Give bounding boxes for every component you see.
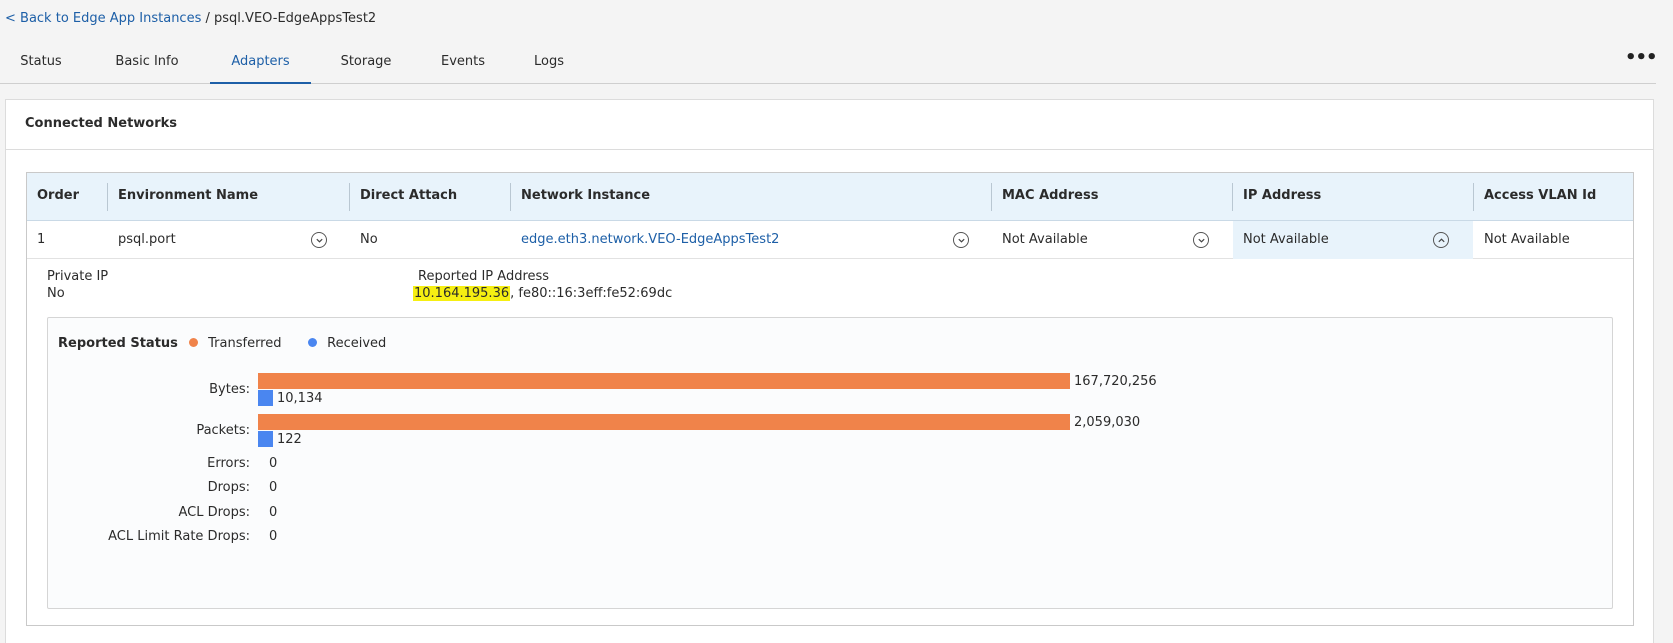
column-header-order[interactable]: Order [27,173,107,221]
packets-label: Packets: [196,423,250,438]
acl-drops-label: ACL Drops: [178,505,250,520]
tab-adapters[interactable]: Adapters [210,44,311,84]
column-header-access-vlan-id[interactable]: Access VLAN Id [1474,173,1634,221]
reported-ip-highlighted: 10.164.195.36 [413,286,511,301]
chevron-up-icon[interactable] [1433,232,1449,248]
packets-received-bar [258,431,273,447]
errors-label: Errors: [207,456,250,471]
bytes-label: Bytes: [209,382,250,397]
reported-status-panel: Reported Status Transferred Received Byt… [47,317,1613,609]
dot-icon [308,338,317,347]
tab-storage[interactable]: Storage [334,44,398,84]
acl-drops-value: 0 [269,505,278,520]
table-header: Order Environment Name Direct Attach Net… [27,173,1633,221]
reported-ip-rest: , fe80::16:3eff:fe52:69dc [510,286,673,301]
acl-limit-rate-drops-label: ACL Limit Rate Drops: [108,529,250,544]
tab-bar: Status Basic Info Adapters Storage Event… [0,44,1656,84]
bytes-transferred-value: 167,720,256 [1074,374,1157,389]
chevron-down-icon[interactable] [1193,232,1209,248]
reported-ip-value: 10.164.195.36, fe80::16:3eff:fe52:69dc [413,286,672,301]
dot-icon [189,338,198,347]
cell-direct-attach: No [360,232,378,247]
drops-value: 0 [269,480,278,495]
table-row: 1 psql.port No edge.eth3.network.VEO-Edg… [27,221,1633,259]
private-ip-value: No [47,286,65,301]
more-horizontal-icon[interactable]: ••• [1625,49,1658,72]
cell-access-vlan-id: Not Available [1484,232,1570,247]
column-header-direct-attach[interactable]: Direct Attach [350,173,510,221]
drops-label: Drops: [207,480,250,495]
tab-events[interactable]: Events [433,44,493,84]
bytes-received-bar [258,390,273,406]
acl-limit-rate-drops-value: 0 [269,529,278,544]
status-legend: Reported Status Transferred Received [58,336,386,351]
connected-networks-card: Connected Networks Order Environment Nam… [5,99,1654,643]
legend-transferred-label: Transferred [208,336,282,351]
column-header-mac-address[interactable]: MAC Address [992,173,1232,221]
legend-received: Received [308,336,386,351]
legend-received-label: Received [327,336,387,351]
errors-value: 0 [269,456,278,471]
reported-status-title: Reported Status [58,336,178,351]
packets-transferred-value: 2,059,030 [1074,415,1141,430]
packets-transferred-bar [258,414,1070,430]
cell-order: 1 [37,232,46,247]
packets-received-value: 122 [277,432,302,447]
tab-status[interactable]: Status [10,44,72,84]
chevron-down-icon[interactable] [953,232,969,248]
legend-transferred: Transferred [189,336,282,351]
breadcrumb: < Back to Edge App Instances / psql.VEO-… [5,11,376,26]
breadcrumb-current: psql.VEO-EdgeAppsTest2 [214,11,377,26]
column-header-network-instance[interactable]: Network Instance [511,173,991,221]
network-instance-link[interactable]: edge.eth3.network.VEO-EdgeAppsTest2 [511,221,931,259]
breadcrumb-separator: / [205,11,210,26]
column-header-environment-name[interactable]: Environment Name [108,173,349,221]
reported-ip-label: Reported IP Address [418,269,550,284]
cell-mac-address: Not Available [1002,232,1088,247]
bytes-transferred-bar [258,373,1070,389]
chevron-down-icon[interactable] [311,232,327,248]
private-ip-label: Private IP [47,269,109,284]
section-title: Connected Networks [6,100,1653,150]
tab-basic-info[interactable]: Basic Info [104,44,190,84]
back-link[interactable]: < Back to Edge App Instances [5,11,201,26]
column-header-ip-address[interactable]: IP Address [1233,173,1473,221]
tab-logs[interactable]: Logs [527,44,571,84]
adapters-table: Order Environment Name Direct Attach Net… [26,172,1634,626]
bytes-received-value: 10,134 [277,391,323,406]
